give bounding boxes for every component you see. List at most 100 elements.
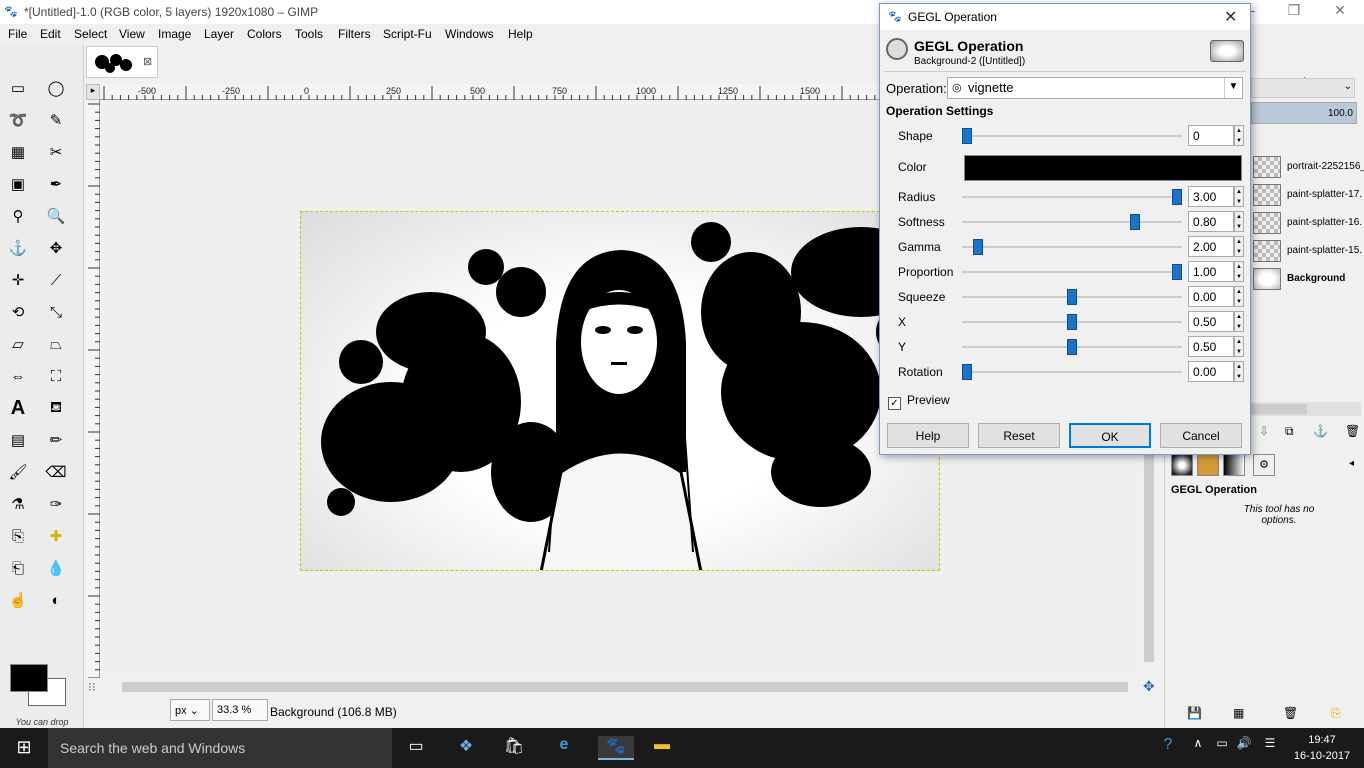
- navigate-icon[interactable]: ✥: [1143, 678, 1155, 695]
- param-slider-handle[interactable]: [1067, 314, 1077, 330]
- param-slider-handle[interactable]: [1130, 214, 1140, 230]
- smudge-icon[interactable]: ☝: [6, 588, 30, 612]
- ruler-corner[interactable]: ▸: [86, 84, 100, 100]
- param-value[interactable]: 0: [1188, 125, 1234, 146]
- store-icon[interactable]: 🛍: [502, 736, 526, 760]
- foreground-color-swatch[interactable]: [10, 664, 48, 692]
- menu-help[interactable]: Help: [508, 27, 533, 41]
- file-explorer-icon[interactable]: ▬: [650, 736, 674, 760]
- save-tool-preset-icon[interactable]: 💾: [1187, 706, 1202, 720]
- layer-row-background[interactable]: Background: [1251, 266, 1364, 292]
- param-slider-handle[interactable]: [1067, 339, 1077, 355]
- ok-button[interactable]: OK: [1069, 423, 1151, 448]
- tool-options-tab[interactable]: ⚙: [1253, 454, 1275, 476]
- volume-icon[interactable]: 🔊: [1232, 736, 1256, 760]
- flip-icon[interactable]: ⇔: [6, 364, 30, 388]
- param-value[interactable]: 1.00: [1188, 261, 1234, 282]
- param-slider-track[interactable]: [962, 135, 1182, 137]
- vertical-ruler[interactable]: [86, 100, 100, 679]
- scissors-icon[interactable]: ✂: [44, 140, 68, 164]
- operation-select[interactable]: ◎ vignette ▼: [947, 77, 1243, 99]
- paths-icon[interactable]: ✒: [44, 172, 68, 196]
- param-value[interactable]: 0.80: [1188, 211, 1234, 232]
- start-button[interactable]: ⊞: [0, 728, 48, 768]
- move-icon[interactable]: ✥: [44, 236, 68, 260]
- blend-icon[interactable]: ▤: [6, 428, 30, 452]
- menu-windows[interactable]: Windows: [445, 27, 494, 41]
- color-swatch-button[interactable]: [964, 155, 1242, 181]
- preview-checkbox[interactable]: ✓: [888, 397, 901, 410]
- clone-icon[interactable]: ⎘: [6, 524, 30, 548]
- scrollbar-thumb[interactable]: [122, 682, 1128, 692]
- preview-toggle[interactable]: ✓ Preview: [888, 393, 950, 410]
- align-icon[interactable]: ✛: [6, 268, 30, 292]
- spin-button[interactable]: ▲ ▼: [1234, 236, 1244, 257]
- spin-button[interactable]: ▲ ▼: [1234, 261, 1244, 282]
- param-value[interactable]: 0.50: [1188, 311, 1234, 332]
- zoom-icon[interactable]: 🔍: [44, 204, 68, 228]
- param-slider-handle[interactable]: [962, 128, 972, 144]
- close-tab-icon[interactable]: ⊠: [143, 55, 152, 68]
- horizontal-scrollbar[interactable]: [104, 679, 1140, 695]
- restore-tool-preset-icon[interactable]: ▦: [1233, 706, 1244, 720]
- layer-row[interactable]: paint-splatter-15.: [1251, 238, 1364, 264]
- quick-mask-toggle[interactable]: ⁝⁝: [88, 680, 96, 694]
- scale-icon[interactable]: ⤡: [44, 300, 68, 324]
- battery-icon[interactable]: ▭: [1210, 736, 1234, 760]
- measure-icon[interactable]: ⚓: [6, 236, 30, 260]
- task-view-icon[interactable]: ▭: [404, 736, 428, 760]
- chevron-up-icon[interactable]: ∧: [1186, 736, 1210, 760]
- param-slider-track[interactable]: [962, 371, 1182, 373]
- menu-file[interactable]: File: [8, 27, 27, 41]
- shear-icon[interactable]: ▱: [6, 332, 30, 356]
- menu-edit[interactable]: Edit: [40, 27, 61, 41]
- cage-icon[interactable]: ⛶: [44, 364, 68, 388]
- notifications-icon[interactable]: ☰: [1258, 736, 1282, 760]
- maximize-button[interactable]: ❐: [1274, 2, 1314, 22]
- dialog-titlebar[interactable]: 🐾 GEGL Operation ✕: [880, 4, 1250, 30]
- edge-icon[interactable]: e: [552, 736, 576, 760]
- tab-menu-icon[interactable]: ◂: [1349, 458, 1354, 469]
- foreground-select-icon[interactable]: ▣: [6, 172, 30, 196]
- anchor-icon[interactable]: ⚓: [1313, 424, 1328, 438]
- brushes-tab[interactable]: [1171, 454, 1193, 476]
- rect-select-icon[interactable]: ▭: [6, 76, 30, 100]
- pencil-icon[interactable]: ✏: [44, 428, 68, 452]
- help-icon[interactable]: ?: [1156, 736, 1180, 760]
- airbrush-icon[interactable]: ⚗: [6, 492, 30, 516]
- param-slider-track[interactable]: [962, 221, 1182, 223]
- param-value[interactable]: 0.00: [1188, 286, 1234, 307]
- spin-button[interactable]: ▲ ▼: [1234, 336, 1244, 357]
- trash-icon[interactable]: 🗑: [1345, 424, 1360, 438]
- spin-button[interactable]: ▲ ▼: [1234, 186, 1244, 207]
- rotate-icon[interactable]: ⟲: [6, 300, 30, 324]
- spin-button[interactable]: ▲ ▼: [1234, 125, 1244, 146]
- image-tab[interactable]: ⊠: [86, 46, 158, 78]
- fuzzy-select-icon[interactable]: ✎: [44, 108, 68, 132]
- param-slider-handle[interactable]: [1172, 189, 1182, 205]
- param-slider-handle[interactable]: [962, 364, 972, 380]
- menu-image[interactable]: Image: [158, 27, 191, 41]
- unit-select[interactable]: px ⌄: [170, 699, 210, 721]
- spin-button[interactable]: ▲ ▼: [1234, 286, 1244, 307]
- gradients-tab[interactable]: [1223, 454, 1245, 476]
- menu-layer[interactable]: Layer: [204, 27, 234, 41]
- menu-filters[interactable]: Filters: [338, 27, 371, 41]
- patterns-tab[interactable]: [1197, 454, 1219, 476]
- text-tool-icon[interactable]: A: [6, 396, 30, 420]
- mode-select[interactable]: ⌄: [1251, 78, 1355, 98]
- color-picker-icon[interactable]: ⚲: [6, 204, 30, 228]
- param-value[interactable]: 2.00: [1188, 236, 1234, 257]
- ellipse-select-icon[interactable]: ◯: [44, 76, 68, 100]
- gimp-taskbar-icon[interactable]: 🐾: [598, 736, 634, 760]
- dialog-close-icon[interactable]: ✕: [1224, 7, 1237, 27]
- param-slider-handle[interactable]: [1067, 289, 1077, 305]
- layers-hscrollbar[interactable]: [1251, 402, 1361, 416]
- zoom-select[interactable]: 33.3 %: [212, 699, 268, 721]
- help-button[interactable]: Help: [887, 423, 969, 448]
- reset-tool-options-icon[interactable]: ⎘: [1331, 706, 1341, 721]
- opacity-slider[interactable]: 100.0: [1251, 102, 1357, 124]
- delete-tool-preset-icon[interactable]: 🗑: [1283, 706, 1298, 720]
- param-value[interactable]: 0.00: [1188, 361, 1234, 382]
- cancel-button[interactable]: Cancel: [1160, 423, 1242, 448]
